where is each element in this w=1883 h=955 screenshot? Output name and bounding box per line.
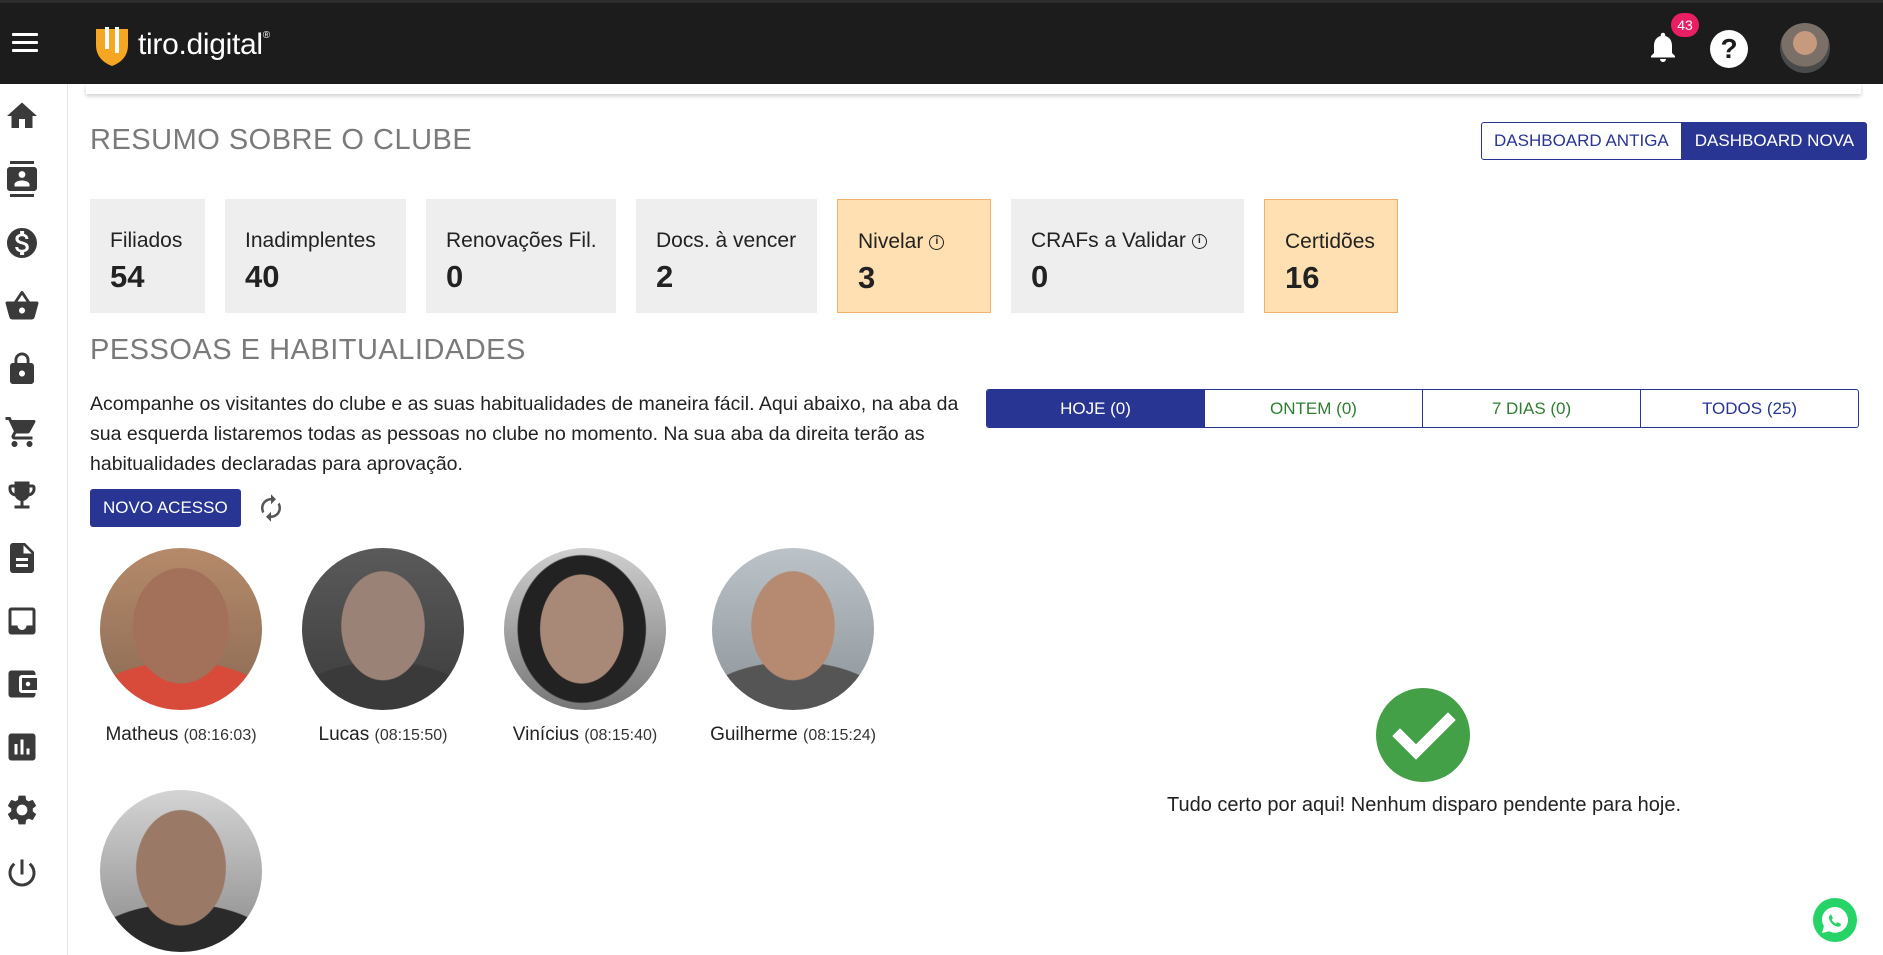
dashboard-new-button[interactable]: DASHBOARD NOVA	[1681, 122, 1868, 160]
menu-icon[interactable]	[12, 33, 38, 55]
visitor-name: Guilherme	[710, 724, 798, 745]
stat-card-renovacoes[interactable]: Renovações Fil. 0	[426, 199, 616, 313]
stat-label: Docs. à vencer	[656, 229, 797, 252]
stat-card-certidoes[interactable]: Certidões 16	[1264, 199, 1398, 313]
tab-7-dias[interactable]: 7 DIAS (0)	[1422, 390, 1640, 427]
empty-state-message: Tudo certo por aqui! Nenhum disparo pend…	[1166, 794, 1682, 816]
visitor-card[interactable]: Matheus (08:16:03)	[81, 548, 281, 746]
document-icon[interactable]	[0, 536, 44, 580]
visitor-name: Matheus	[105, 724, 179, 745]
habituality-tabs: HOJE (0) ONTEM (0) 7 DIAS (0) TODOS (25)	[986, 389, 1859, 428]
stat-value: 54	[110, 259, 145, 294]
stat-label: CRAFs a Validar	[1031, 229, 1186, 252]
tab-ontem[interactable]: ONTEM (0)	[1204, 390, 1422, 427]
stat-label: Nivelar	[858, 230, 924, 253]
visitor-time: (08:15:24)	[803, 727, 876, 744]
visitor-time: (08:15:50)	[374, 727, 448, 744]
power-icon[interactable]	[0, 851, 44, 895]
whatsapp-icon[interactable]	[1813, 898, 1857, 942]
logo-text: tiro.digital	[138, 28, 263, 61]
visitor-time: (08:16:03)	[183, 727, 257, 744]
summary-title: RESUMO SOBRE O CLUBE	[90, 124, 473, 156]
top-bar: tiro.digital® 43 ?	[0, 0, 1883, 84]
stat-label: Inadimplentes	[245, 229, 376, 252]
logo[interactable]: tiro.digital®	[94, 23, 270, 67]
trophy-icon[interactable]	[0, 473, 44, 517]
stat-value: 0	[446, 259, 464, 294]
tab-todos[interactable]: TODOS (25)	[1640, 390, 1858, 427]
help-icon[interactable]: ?	[1710, 30, 1748, 68]
visitor-photo[interactable]	[712, 548, 874, 710]
tab-hoje[interactable]: HOJE (0)	[987, 390, 1204, 427]
people-title: PESSOAS E HABITUALIDADES	[90, 334, 526, 366]
stat-value: 0	[1031, 259, 1049, 294]
stat-card-docs-vencer[interactable]: Docs. à vencer 2	[636, 199, 817, 313]
dashboard-toggle: DASHBOARD ANTIGA DASHBOARD NOVA	[1481, 122, 1868, 160]
stat-card-nivelar[interactable]: Nivelar i 3	[837, 199, 991, 313]
visitor-time: (08:15:40)	[584, 727, 658, 744]
wallet-icon[interactable]	[0, 662, 44, 706]
new-access-button[interactable]: NOVO ACESSO	[90, 489, 241, 527]
lock-icon[interactable]	[0, 347, 44, 391]
visitor-photo[interactable]	[100, 790, 262, 952]
stat-card-crafs[interactable]: CRAFs a Validar i 0	[1011, 199, 1244, 313]
info-icon[interactable]: i	[1191, 233, 1207, 249]
visitor-card[interactable]: Vinícius (08:15:40)	[485, 548, 685, 746]
inbox-icon[interactable]	[0, 599, 44, 643]
user-avatar[interactable]	[1780, 23, 1830, 73]
basket-icon[interactable]	[0, 284, 44, 328]
stat-value: 3	[858, 260, 876, 295]
stat-value: 16	[1285, 260, 1320, 295]
cart-icon[interactable]	[0, 410, 44, 454]
people-description: Acompanhe os visitantes do clube e as su…	[90, 393, 959, 475]
dashboard-old-button[interactable]: DASHBOARD ANTIGA	[1481, 122, 1682, 160]
check-icon	[1376, 688, 1470, 782]
info-icon[interactable]: i	[929, 234, 945, 250]
logo-shield-icon	[96, 27, 128, 66]
stat-card-inadimplentes[interactable]: Inadimplentes 40	[225, 199, 406, 313]
visitor-photo[interactable]	[504, 548, 666, 710]
content-top-shadow	[86, 84, 1861, 94]
stat-label: Renovações Fil.	[446, 229, 597, 252]
registered-mark: ®	[262, 30, 270, 41]
sidebar	[0, 84, 68, 955]
visitor-card[interactable]	[81, 790, 281, 952]
visitor-photo[interactable]	[100, 548, 262, 710]
refresh-icon[interactable]	[256, 493, 286, 523]
stat-value: 40	[245, 259, 280, 294]
visitor-name: Lucas	[318, 724, 370, 745]
stat-value: 2	[656, 259, 674, 294]
visitor-card[interactable]: Lucas (08:15:50)	[283, 548, 483, 746]
visitor-photo[interactable]	[302, 548, 464, 710]
notification-badge: 43	[1671, 13, 1699, 37]
stat-card-filiados[interactable]: Filiados 54	[90, 199, 205, 313]
home-icon[interactable]	[0, 94, 44, 138]
chart-icon[interactable]	[0, 725, 44, 769]
visitor-name: Vinícius	[512, 724, 579, 745]
visitor-card[interactable]: Guilherme (08:15:24)	[693, 548, 893, 746]
stat-label: Filiados	[110, 229, 183, 252]
dollar-icon[interactable]	[0, 221, 44, 265]
gear-icon[interactable]	[0, 788, 44, 832]
stat-label: Certidões	[1285, 230, 1375, 253]
contacts-icon[interactable]	[0, 157, 44, 201]
